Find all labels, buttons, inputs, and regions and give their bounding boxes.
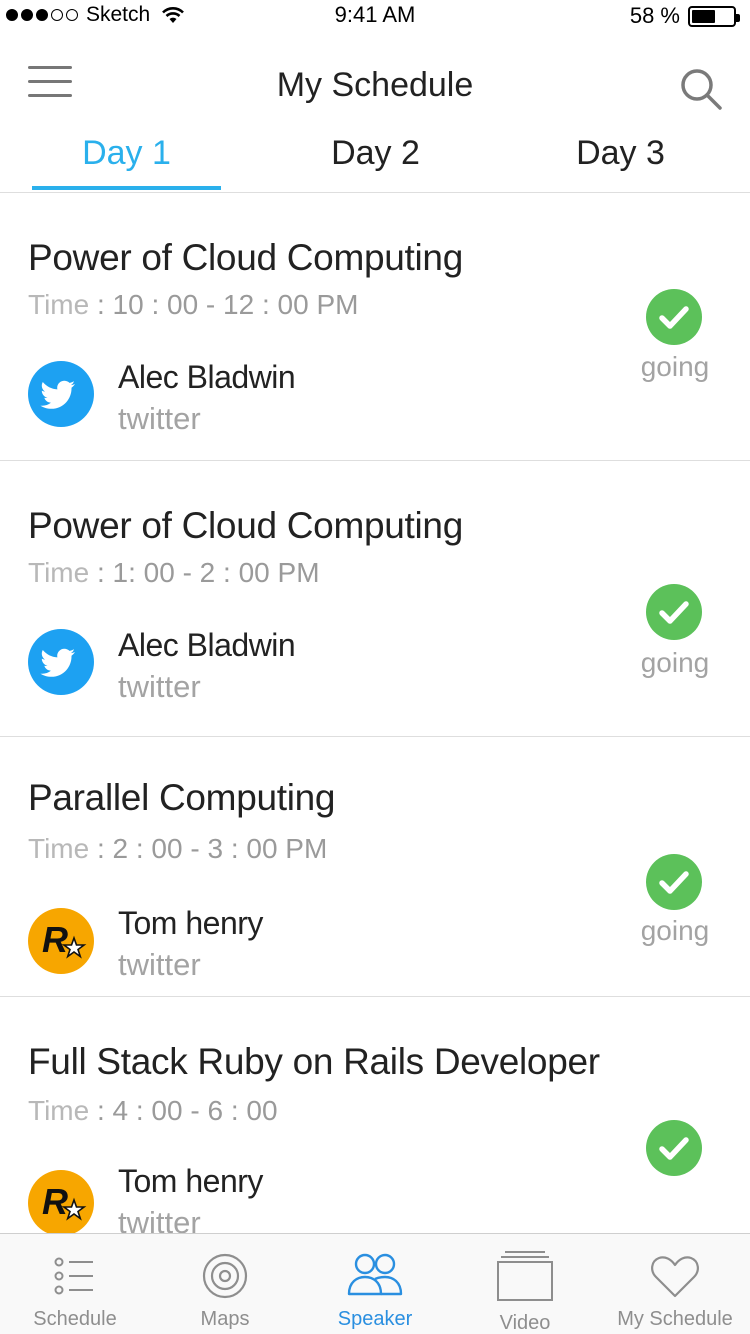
- tabbar-item-maps[interactable]: Maps: [150, 1234, 300, 1334]
- speaker-source: twitter: [118, 669, 201, 704]
- rockstar-logo-icon: R: [28, 1170, 94, 1233]
- twitter-bird-icon: [28, 361, 94, 427]
- going-label: going: [640, 351, 710, 382]
- speaker-name: Tom henry: [118, 905, 263, 941]
- battery-icon: [688, 5, 740, 27]
- people-icon: [347, 1253, 403, 1296]
- going-check-icon[interactable]: [646, 584, 702, 640]
- speaker-name: Alec Bladwin: [118, 359, 296, 395]
- tabbar-label: Speaker: [337, 1308, 413, 1330]
- navigation-bar: My Schedule: [0, 30, 750, 130]
- going-check-icon[interactable]: [646, 1120, 702, 1176]
- session-title: Full Stack Ruby on Rails Developer: [28, 1041, 600, 1082]
- session-list-item[interactable]: Power of Cloud Computing Time : 1: 00 - …: [0, 461, 750, 737]
- speaker-source: twitter: [118, 947, 201, 982]
- going-check-icon[interactable]: [646, 289, 702, 345]
- active-tab-indicator: [32, 186, 221, 190]
- session-time: Time : 2 : 00 - 3 : 00 PM: [28, 833, 328, 864]
- tab-day-3[interactable]: Day 3: [526, 134, 715, 173]
- bottom-tab-bar: Schedule Maps Speaker Video My Schedule: [0, 1233, 750, 1334]
- day-tabs: Day 1 Day 2 Day 3: [0, 130, 750, 193]
- tab-day-1[interactable]: Day 1: [32, 134, 221, 173]
- page-title: My Schedule: [276, 66, 474, 104]
- speaker-name: Alec Bladwin: [118, 627, 296, 663]
- speaker-name: Tom henry: [118, 1163, 263, 1199]
- tabbar-item-my-schedule[interactable]: My Schedule: [600, 1234, 750, 1334]
- session-time: Time : 4 : 00 - 6 : 00: [28, 1095, 278, 1126]
- going-check-icon[interactable]: [646, 854, 702, 910]
- tabbar-label: Maps: [200, 1308, 250, 1330]
- rockstar-logo-icon: R: [28, 908, 94, 974]
- tabbar-label: My Schedule: [617, 1308, 733, 1330]
- going-label: going: [640, 915, 710, 946]
- session-list-item[interactable]: Power of Cloud Computing Time : 10 : 00 …: [0, 193, 750, 461]
- status-bar: Sketch 9:41 AM 58 %: [0, 0, 750, 30]
- going-label: going: [640, 647, 710, 678]
- battery-percent: 58 %: [629, 3, 680, 28]
- session-title: Parallel Computing: [28, 777, 336, 818]
- list-icon: [54, 1257, 93, 1295]
- video-stack-icon: [497, 1251, 553, 1301]
- svg-text:R: R: [42, 919, 68, 960]
- speaker-source: twitter: [118, 401, 201, 436]
- speaker-source: twitter: [118, 1205, 201, 1233]
- tabbar-item-schedule[interactable]: Schedule: [0, 1234, 150, 1334]
- target-icon: [202, 1253, 248, 1299]
- tab-day-2[interactable]: Day 2: [281, 134, 470, 173]
- session-title: Power of Cloud Computing: [28, 237, 463, 278]
- session-list-item[interactable]: Parallel Computing Time : 2 : 00 - 3 : 0…: [0, 737, 750, 997]
- session-list-item[interactable]: Full Stack Ruby on Rails Developer Time …: [0, 997, 750, 1233]
- tabbar-label: Video: [499, 1312, 551, 1334]
- search-icon[interactable]: [678, 66, 724, 112]
- session-title: Power of Cloud Computing: [28, 505, 463, 546]
- heart-icon: [651, 1256, 699, 1298]
- session-time: Time : 1: 00 - 2 : 00 PM: [28, 557, 320, 588]
- svg-text:R: R: [42, 1181, 68, 1222]
- tabbar-label: Schedule: [33, 1308, 117, 1330]
- tabbar-item-speaker[interactable]: Speaker: [300, 1234, 450, 1334]
- battery-status: 58 %: [629, 3, 740, 29]
- session-time: Time : 10 : 00 - 12 : 00 PM: [28, 289, 359, 320]
- tabbar-item-video[interactable]: Video: [450, 1234, 600, 1334]
- twitter-bird-icon: [28, 629, 94, 695]
